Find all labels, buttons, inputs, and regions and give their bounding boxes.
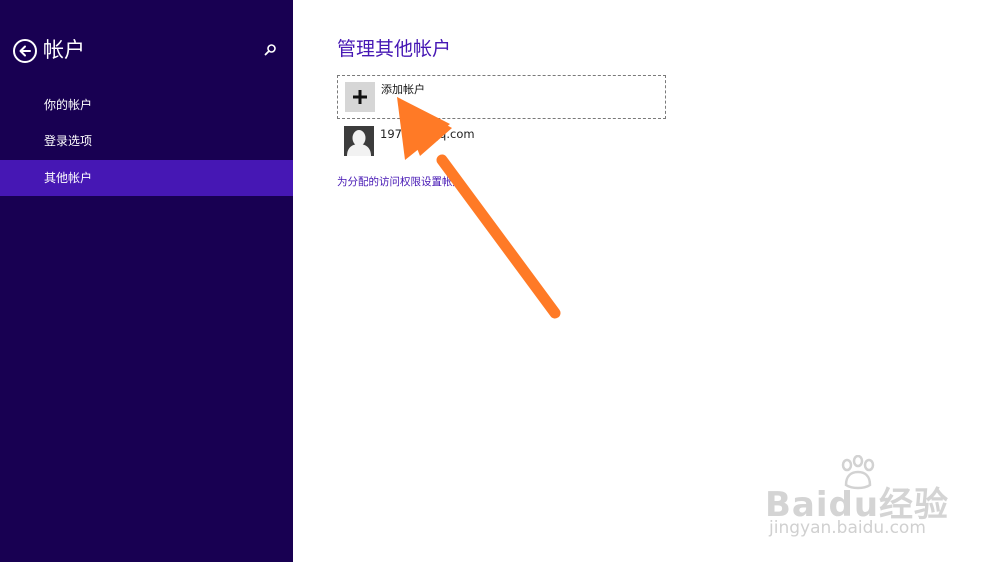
assigned-access-link[interactable]: 为分配的访问权限设置帐户 (337, 174, 463, 190)
plus-icon (353, 90, 367, 104)
sidebar-item-other-accounts[interactable]: 其他帐户 (0, 160, 293, 196)
page-title: 管理其他帐户 (337, 38, 452, 60)
watermark-url: jingyan.baidu.com (769, 518, 926, 538)
user-avatar-icon (344, 126, 374, 156)
back-button[interactable] (13, 39, 37, 63)
user-account-item[interactable]: 197 28@qq.com (337, 122, 666, 160)
add-account-button[interactable]: 添加帐户 (337, 75, 666, 119)
sidebar-item-your-account[interactable]: 你的帐户 (0, 87, 293, 123)
sidebar: 帐户 你的帐户 登录选项 其他帐户 (0, 0, 293, 562)
search-icon[interactable] (263, 43, 277, 57)
watermark-brand: Baidu经验 (765, 485, 950, 525)
paw-logo-icon (841, 455, 875, 490)
back-arrow-icon (19, 45, 31, 57)
baidu-watermark: Baidu经验 jingyan.baidu.com (765, 455, 965, 545)
sidebar-item-sign-in-options[interactable]: 登录选项 (0, 123, 293, 159)
add-account-label: 添加帐户 (381, 83, 425, 96)
user-email: 197 28@qq.com (380, 127, 475, 141)
plus-icon-tile (345, 82, 375, 112)
sidebar-title: 帐户 (43, 38, 85, 62)
